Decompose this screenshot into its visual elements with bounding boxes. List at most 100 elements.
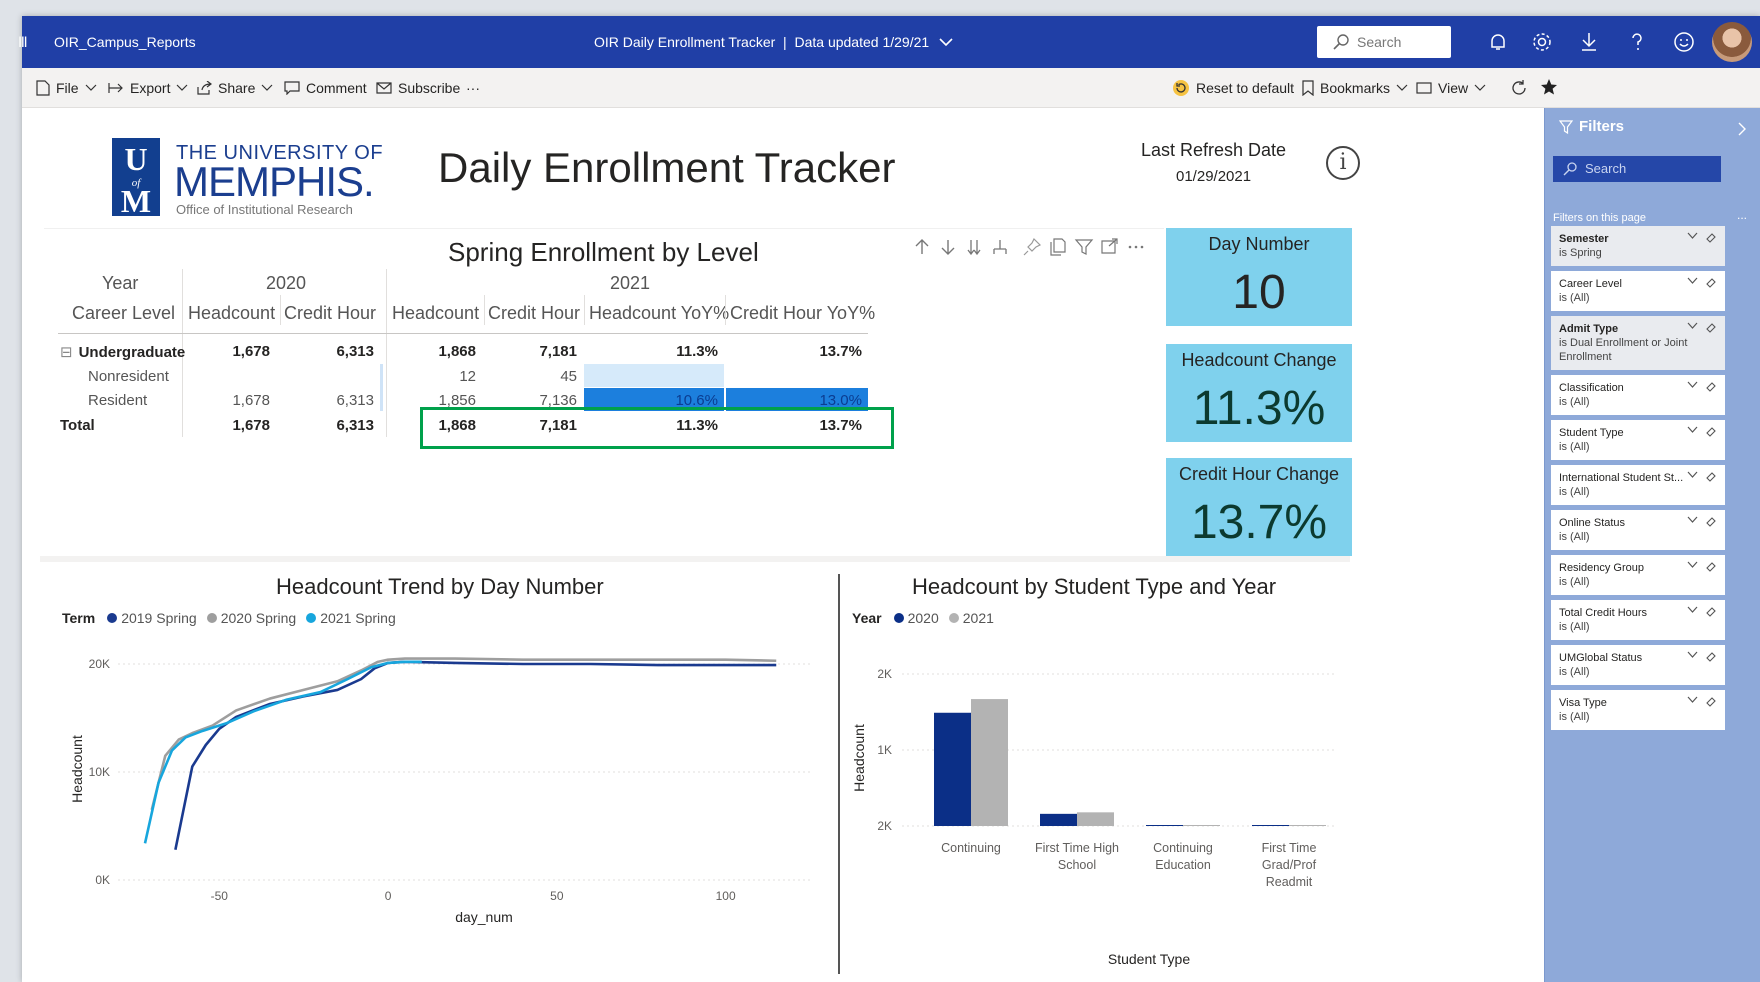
copy-icon[interactable] xyxy=(1048,237,1068,257)
filter-icon[interactable] xyxy=(1074,237,1094,257)
more-options-button[interactable]: ··· xyxy=(466,68,480,108)
enrollment-matrix[interactable]: Spring Enrollment by Level Year 2020 202… xyxy=(44,228,1164,552)
avatar[interactable] xyxy=(1712,22,1752,62)
matrix-cell[interactable]: 11.3% xyxy=(618,343,718,360)
matrix-cell[interactable]: 7,181 xyxy=(477,343,577,360)
filter-card[interactable]: Career Level is (All) xyxy=(1551,271,1725,311)
matrix-cell[interactable]: 6,313 xyxy=(274,392,374,409)
report-title-dropdown[interactable]: OIR Daily Enrollment Tracker | Data upda… xyxy=(594,16,953,68)
line-chart-plot[interactable]: 0K 10K 20K -50 0 50 100 day_num Headcount xyxy=(40,624,830,974)
eraser-icon[interactable] xyxy=(1706,381,1717,392)
eraser-icon[interactable] xyxy=(1706,277,1717,288)
eraser-icon[interactable] xyxy=(1706,426,1717,437)
help-icon[interactable] xyxy=(1625,30,1649,54)
chevron-down-icon[interactable] xyxy=(1687,516,1698,524)
filter-card[interactable]: Semester is Spring xyxy=(1551,226,1725,266)
matrix-cell[interactable]: 1,678 xyxy=(170,417,270,434)
col-header-credithour-2020[interactable]: Credit Hour xyxy=(284,303,376,324)
chevron-down-icon[interactable] xyxy=(1687,651,1698,659)
eraser-icon[interactable] xyxy=(1706,471,1717,482)
bell-icon[interactable] xyxy=(1486,30,1510,54)
share-menu[interactable]: Share xyxy=(196,68,273,108)
matrix-cell[interactable]: 6,313 xyxy=(274,417,374,434)
subscribe-button[interactable]: Subscribe xyxy=(376,68,460,108)
filter-card[interactable]: Classification is (All) xyxy=(1551,375,1725,415)
star-icon[interactable] xyxy=(1540,78,1558,96)
row-nonresident-label[interactable]: Nonresident xyxy=(88,368,169,385)
chevron-down-icon[interactable] xyxy=(1687,471,1698,479)
focus-mode-icon[interactable] xyxy=(1100,237,1120,257)
eraser-icon[interactable] xyxy=(1706,561,1717,572)
smiley-icon[interactable] xyxy=(1672,30,1696,54)
more-options-icon[interactable]: ... xyxy=(1737,208,1747,222)
arrow-down-icon[interactable] xyxy=(938,237,958,257)
filter-card[interactable]: Student Type is (All) xyxy=(1551,420,1725,460)
double-arrow-down-icon[interactable] xyxy=(964,237,984,257)
filter-card[interactable]: UMGlobal Status is (All) xyxy=(1551,645,1725,685)
matrix-cell[interactable]: 13.7% xyxy=(762,343,862,360)
headcount-trend-chart[interactable]: Headcount Trend by Day Number Term 2019 … xyxy=(40,564,830,974)
col-header-credithour-yoy[interactable]: Credit Hour YoY% xyxy=(730,303,875,324)
matrix-cell[interactable]: 1,678 xyxy=(170,392,270,409)
headcount-change-card[interactable]: Headcount Change 11.3% xyxy=(1166,344,1352,442)
matrix-cell[interactable]: 45 xyxy=(477,368,577,385)
day-number-card[interactable]: Day Number 10 xyxy=(1166,228,1352,326)
app-launcher-icon[interactable]: Ⅲ xyxy=(18,16,28,68)
expand-hierarchy-icon[interactable] xyxy=(990,237,1010,257)
collapse-pane-icon[interactable] xyxy=(1737,122,1747,136)
filter-card-actions xyxy=(1687,696,1717,707)
workspace-link[interactable]: OIR_Campus_Reports xyxy=(54,16,196,68)
row-undergraduate[interactable]: ⊟ Undergraduate xyxy=(60,343,185,361)
filter-card[interactable]: Online Status is (All) xyxy=(1551,510,1725,550)
more-options-icon[interactable] xyxy=(1126,237,1146,257)
pin-icon[interactable] xyxy=(1022,237,1042,257)
chevron-down-icon[interactable] xyxy=(1687,561,1698,569)
col-header-headcount-2020[interactable]: Headcount xyxy=(188,303,275,324)
chevron-down-icon[interactable] xyxy=(1687,381,1698,389)
bookmarks-menu[interactable]: Bookmarks xyxy=(1302,68,1408,108)
chevron-down-icon[interactable] xyxy=(1687,696,1698,704)
headcount-by-student-type-chart[interactable]: Headcount by Student Type and Year Year … xyxy=(846,564,1344,974)
file-menu[interactable]: File xyxy=(36,68,97,108)
download-icon[interactable] xyxy=(1577,30,1601,54)
arrow-up-icon[interactable] xyxy=(912,237,932,257)
eraser-icon[interactable] xyxy=(1706,322,1717,333)
matrix-cell[interactable]: 6,313 xyxy=(274,343,374,360)
refresh-icon[interactable] xyxy=(1510,79,1528,97)
eraser-icon[interactable] xyxy=(1706,232,1717,243)
filter-card[interactable]: Total Credit Hours is (All) xyxy=(1551,600,1725,640)
filter-card[interactable]: Visa Type is (All) xyxy=(1551,690,1725,730)
info-icon[interactable]: i xyxy=(1326,146,1360,180)
reset-to-default-button[interactable]: Reset to default xyxy=(1172,68,1294,108)
search-input[interactable]: Search xyxy=(1317,26,1451,58)
view-menu[interactable]: View xyxy=(1416,68,1486,108)
gear-icon[interactable] xyxy=(1530,30,1554,54)
matrix-cell[interactable]: 12 xyxy=(376,368,476,385)
eraser-icon[interactable] xyxy=(1706,516,1717,527)
eraser-icon[interactable] xyxy=(1706,696,1717,707)
filter-card[interactable]: Residency Group is (All) xyxy=(1551,555,1725,595)
chevron-down-icon[interactable] xyxy=(1687,322,1698,330)
credit-hour-change-card[interactable]: Credit Hour Change 13.7% xyxy=(1166,458,1352,556)
chevron-down-icon[interactable] xyxy=(1687,277,1698,285)
filters-search-input[interactable]: Search xyxy=(1553,156,1721,182)
chevron-down-icon[interactable] xyxy=(1687,606,1698,614)
eraser-icon[interactable] xyxy=(1706,651,1717,662)
eraser-icon[interactable] xyxy=(1706,606,1717,617)
col-header-credithour-2021[interactable]: Credit Hour xyxy=(488,303,580,324)
filter-card[interactable]: International Student St... is (All) xyxy=(1551,465,1725,505)
export-menu[interactable]: Export xyxy=(108,68,188,108)
chevron-down-icon[interactable] xyxy=(1687,426,1698,434)
matrix-cell[interactable]: 1,868 xyxy=(376,343,476,360)
filters-header[interactable]: Filters xyxy=(1559,118,1624,135)
report-canvas: U of M THE UNIVERSITY OF MEMPHIS. Office… xyxy=(26,108,1544,982)
col-header-headcount-yoy[interactable]: Headcount YoY% xyxy=(589,303,729,324)
chevron-down-icon[interactable] xyxy=(1687,232,1698,240)
filter-card[interactable]: Admit Type is Dual Enrollment or Joint En… xyxy=(1551,316,1725,370)
matrix-cell[interactable]: 1,678 xyxy=(170,343,270,360)
comment-button[interactable]: Comment xyxy=(284,68,367,108)
col-header-headcount-2021[interactable]: Headcount xyxy=(392,303,479,324)
bar-chart-plot[interactable]: 2K 1K 2K Headcount Continuing First Time High… xyxy=(846,624,1344,974)
collapse-icon[interactable]: ⊟ xyxy=(60,344,73,361)
row-resident-label[interactable]: Resident xyxy=(88,392,147,409)
